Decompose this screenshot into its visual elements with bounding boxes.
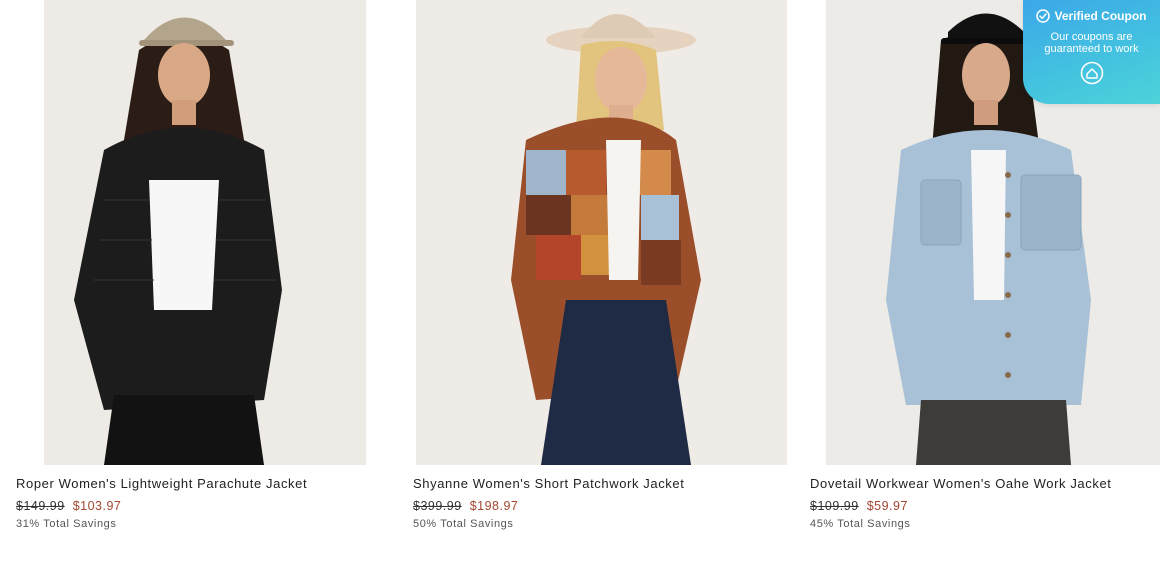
price-row-1: $149.99 $103.97 (16, 499, 121, 513)
savings-2: 50% Total Savings (413, 518, 514, 530)
coupon-header: Verified Coupon (1023, 9, 1160, 23)
original-price-2: $399.99 (413, 499, 462, 513)
sale-price-3: $59.97 (866, 499, 908, 513)
savings-1: 31% Total Savings (16, 518, 117, 530)
model-illustration-2 (416, 0, 787, 465)
product-image-1[interactable] (44, 0, 366, 465)
coupon-text: Our coupons are guaranteed to work (1044, 31, 1139, 55)
product-title-1[interactable]: Roper Women's Lightweight Parachute Jack… (16, 476, 307, 491)
check-circle-icon (1036, 9, 1051, 23)
original-price-1: $149.99 (16, 499, 65, 513)
product-grid: Roper Women's Lightweight Parachute Jack… (0, 0, 1160, 562)
savings-3: 45% Total Savings (810, 518, 911, 530)
coupon-logo-icon (1080, 61, 1103, 85)
model-illustration-1 (44, 0, 366, 465)
price-row-3: $109.99 $59.97 (810, 499, 908, 513)
coupon-title: Verified Coupon (1054, 9, 1147, 23)
sale-price-2: $198.97 (469, 499, 519, 513)
sale-price-1: $103.97 (72, 499, 122, 513)
verified-coupon-badge[interactable]: Verified Coupon Our coupons are guarante… (1023, 0, 1160, 104)
product-image-2[interactable] (416, 0, 787, 465)
product-title-2[interactable]: Shyanne Women's Short Patchwork Jacket (413, 476, 684, 491)
price-row-2: $399.99 $198.97 (413, 499, 518, 513)
original-price-3: $109.99 (810, 499, 859, 513)
product-title-3[interactable]: Dovetail Workwear Women's Oahe Work Jack… (810, 476, 1112, 491)
